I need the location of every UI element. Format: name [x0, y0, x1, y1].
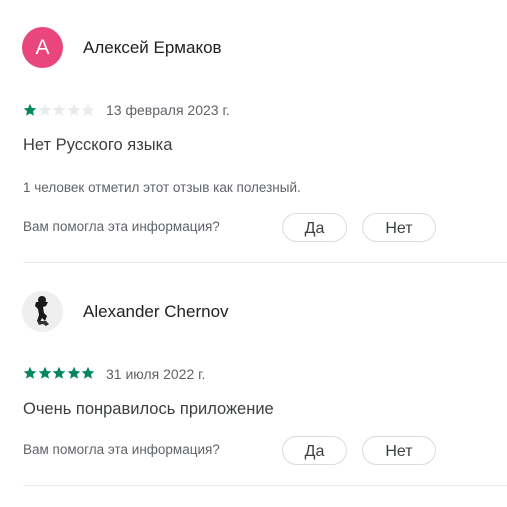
star-empty-icon	[81, 103, 95, 116]
star-rating	[23, 366, 96, 380]
star-filled-icon	[67, 366, 80, 379]
avatar	[22, 291, 63, 332]
review-text: Очень понравилось приложение	[23, 400, 274, 418]
helpful-count: 1 человек отметил этот отзыв как полезны…	[23, 180, 301, 195]
helpful-no-button[interactable]: Нет	[362, 436, 436, 465]
star-empty-icon	[52, 103, 66, 116]
star-filled-icon	[23, 103, 37, 116]
review-author: Alexander Chernov	[83, 302, 229, 321]
review-date: 13 февраля 2023 г.	[106, 102, 230, 118]
helpful-yes-button[interactable]: Да	[282, 436, 347, 465]
star-empty-icon	[67, 103, 80, 116]
star-empty-icon	[38, 103, 51, 116]
star-filled-icon	[81, 366, 95, 379]
star-filled-icon	[38, 366, 51, 379]
star-filled-icon	[23, 366, 37, 379]
helpful-yes-button[interactable]: Да	[282, 213, 347, 242]
divider	[23, 485, 507, 486]
helpful-question: Вам помогла эта информация?	[23, 442, 220, 457]
person-photo-icon	[22, 291, 63, 332]
review-text: Нет Русского языка	[23, 136, 173, 154]
helpful-no-button[interactable]: Нет	[362, 213, 436, 242]
review-author: Алексей Ермаков	[83, 38, 222, 57]
star-filled-icon	[52, 366, 66, 379]
divider	[23, 262, 507, 263]
avatar: А	[22, 27, 63, 68]
helpful-question: Вам помогла эта информация?	[23, 219, 220, 234]
review-date: 31 июля 2022 г.	[106, 366, 206, 382]
star-rating	[23, 103, 96, 117]
